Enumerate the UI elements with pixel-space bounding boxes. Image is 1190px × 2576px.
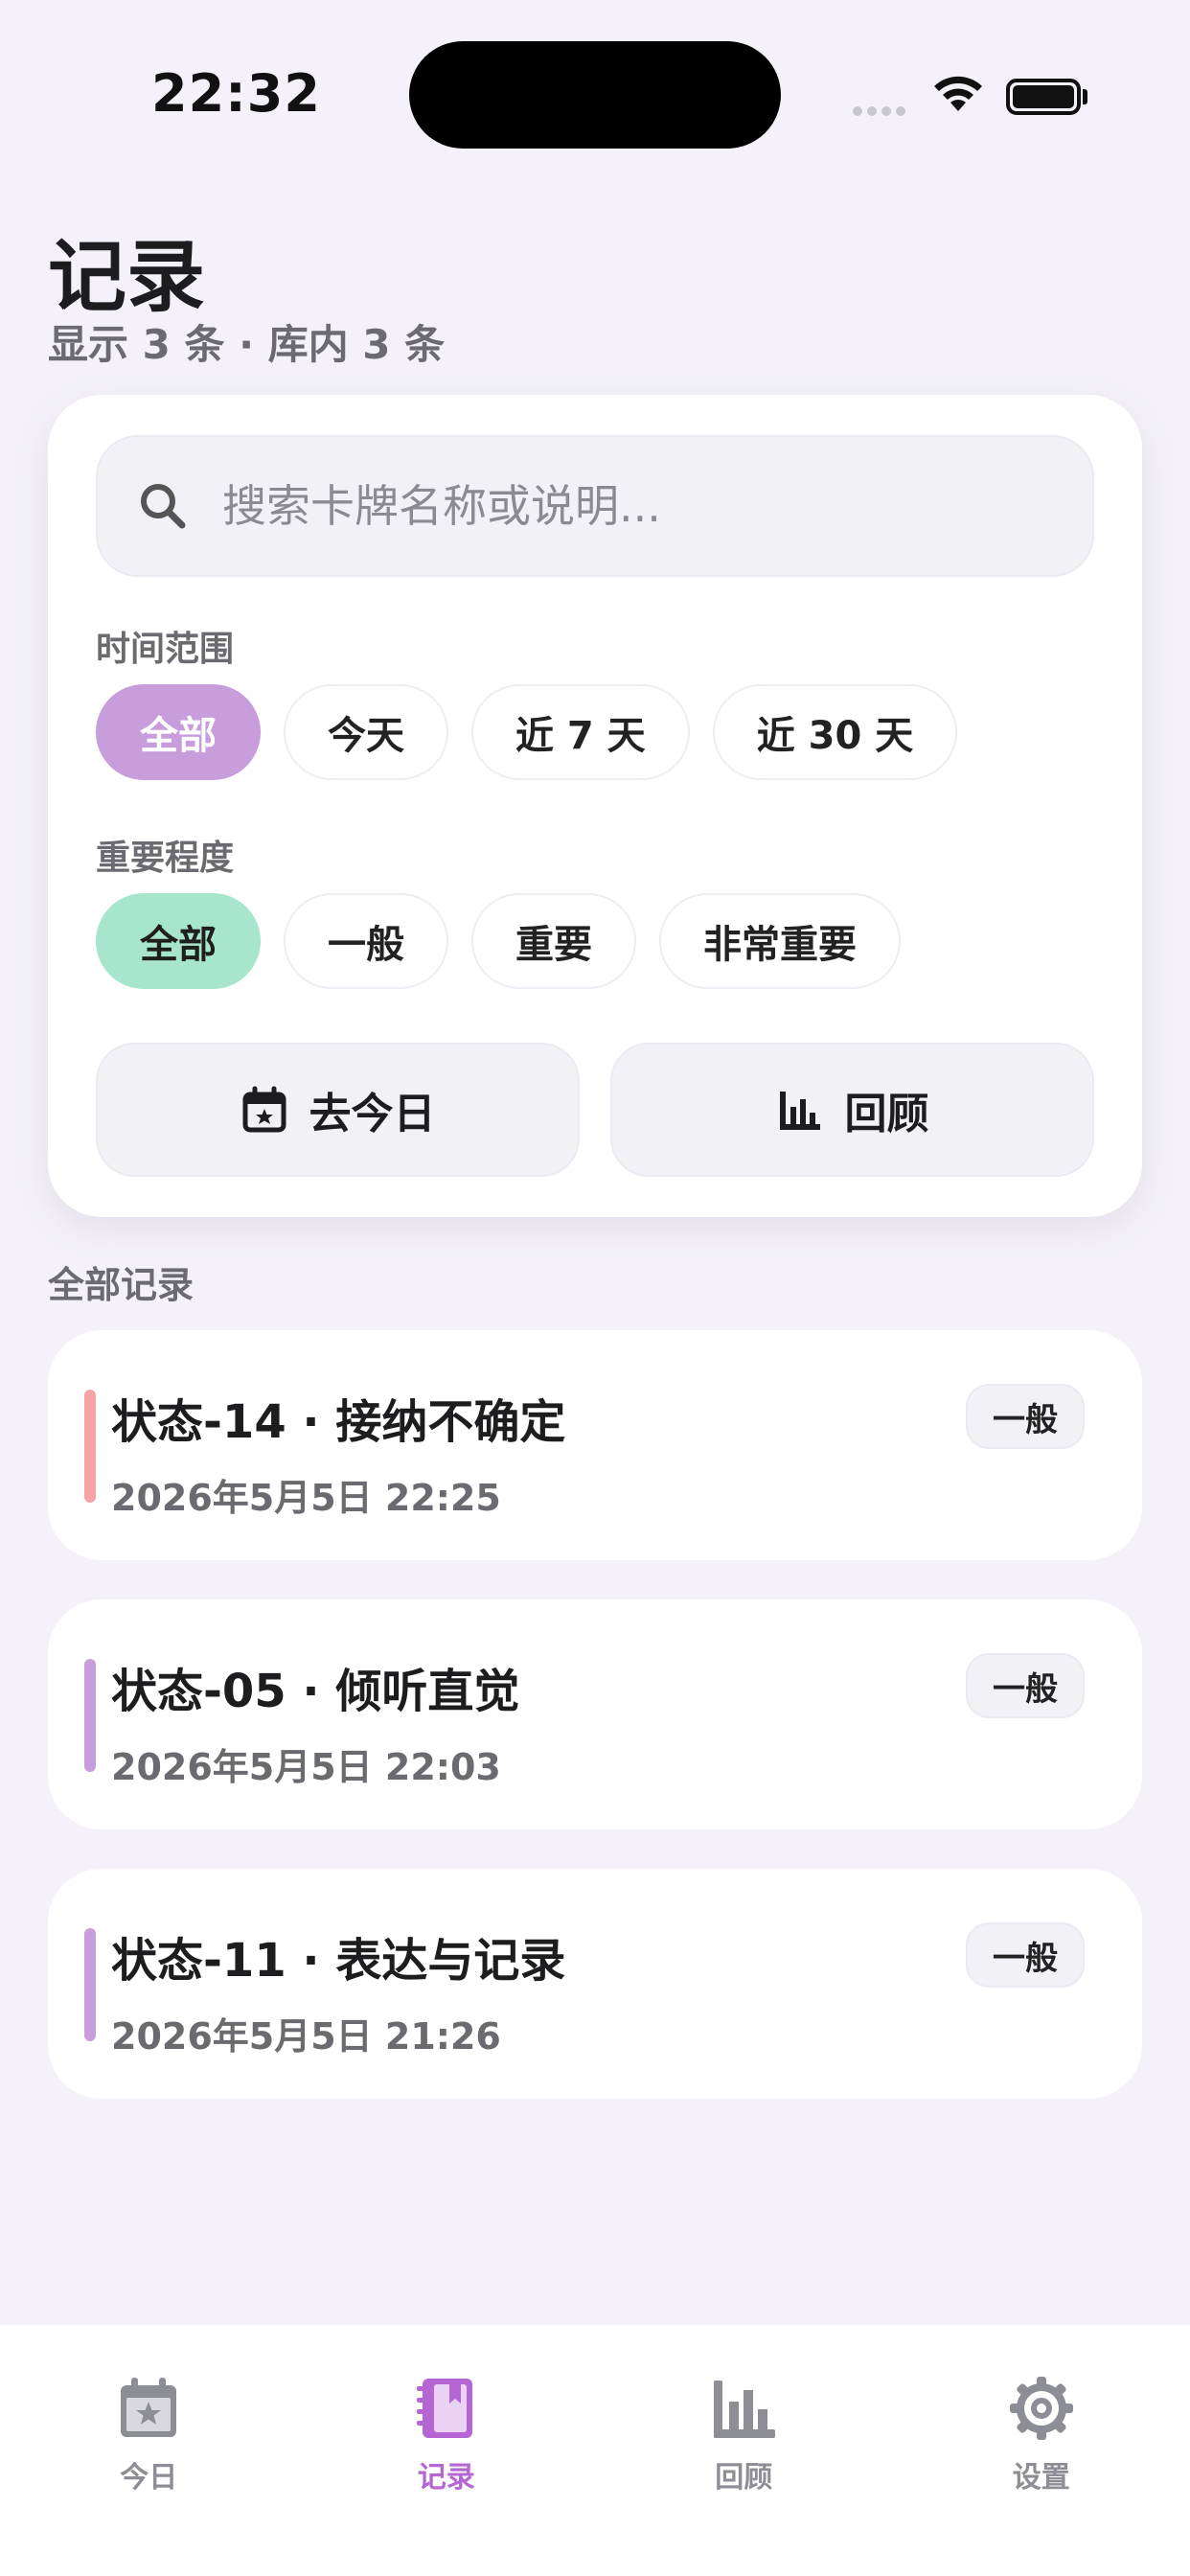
battery-icon xyxy=(1006,79,1081,115)
tab-review-label: 回顾 xyxy=(715,2461,773,2495)
battery-tip xyxy=(1083,89,1087,104)
review-label: 回顾 xyxy=(844,1090,929,1138)
tab-records[interactable]: 记录 xyxy=(298,2325,596,2576)
bar-chart-icon xyxy=(779,1092,820,1130)
importance-badge: 一般 xyxy=(966,1653,1085,1718)
record-title: 状态-14 · 接纳不确定 xyxy=(111,1395,566,1449)
record-date: 2026年5月5日 22:25 xyxy=(111,1477,501,1519)
record-title: 状态-05 · 倾听直觉 xyxy=(111,1665,520,1718)
record-card[interactable]: 状态-14 · 接纳不确定 2026年5月5日 22:25 一般 xyxy=(48,1330,1142,1560)
chip-time-30days[interactable]: 近 30 天 xyxy=(712,684,958,780)
bar-chart-icon xyxy=(714,2380,776,2438)
calendar-star-icon xyxy=(242,1086,286,1133)
search-box[interactable] xyxy=(96,435,1094,577)
notebook-icon xyxy=(416,2379,472,2438)
chip-importance-normal[interactable]: 一般 xyxy=(284,893,448,989)
page-subtitle: 显示 3 条 · 库内 3 条 xyxy=(48,321,446,368)
go-today-label: 去今日 xyxy=(309,1090,436,1138)
record-date: 2026年5月5日 21:26 xyxy=(111,2015,501,2058)
time-range-chips: 全部 今天 近 7 天 近 30 天 xyxy=(96,684,958,780)
chip-importance-very-important[interactable]: 非常重要 xyxy=(659,893,901,989)
action-row: 去今日 回顾 xyxy=(96,1043,1094,1177)
record-card[interactable]: 状态-11 · 表达与记录 2026年5月5日 21:26 一般 xyxy=(48,1869,1142,2099)
chip-importance-all[interactable]: 全部 xyxy=(96,893,261,989)
tab-records-label: 记录 xyxy=(417,2461,475,2495)
importance-badge: 一般 xyxy=(966,1922,1085,1988)
tab-review[interactable]: 回顾 xyxy=(595,2325,893,2576)
wifi-icon xyxy=(934,76,982,111)
dynamic-island xyxy=(409,41,781,149)
record-date: 2026年5月5日 22:03 xyxy=(111,1746,501,1788)
time-range-label: 时间范围 xyxy=(96,630,235,669)
record-title: 状态-11 · 表达与记录 xyxy=(111,1934,566,1988)
chip-time-all[interactable]: 全部 xyxy=(96,684,261,780)
tab-bar: 今日 记录 回顾 设置 xyxy=(0,2325,1190,2576)
search-input[interactable] xyxy=(222,437,1065,575)
chip-time-today[interactable]: 今天 xyxy=(284,684,448,780)
importance-chips: 全部 一般 重要 非常重要 xyxy=(96,893,901,989)
page-title: 记录 xyxy=(48,232,206,323)
tab-settings[interactable]: 设置 xyxy=(893,2325,1190,2576)
tab-today[interactable]: 今日 xyxy=(0,2325,298,2576)
record-card[interactable]: 状态-05 · 倾听直觉 2026年5月5日 22:03 一般 xyxy=(48,1599,1142,1829)
list-header: 全部记录 xyxy=(48,1264,195,1306)
review-button[interactable]: 回顾 xyxy=(610,1043,1094,1177)
chip-importance-important[interactable]: 重要 xyxy=(471,893,636,989)
importance-label: 重要程度 xyxy=(96,839,235,878)
filter-card: 时间范围 全部 今天 近 7 天 近 30 天 重要程度 全部 一般 重要 非常… xyxy=(48,395,1142,1217)
cellular-signal-icon xyxy=(853,102,910,120)
calendar-star-icon xyxy=(121,2378,177,2437)
record-accent-bar xyxy=(84,1659,96,1772)
status-time: 22:32 xyxy=(151,63,321,124)
gear-icon xyxy=(1009,2377,1073,2440)
importance-badge: 一般 xyxy=(966,1384,1085,1449)
chip-time-7days[interactable]: 近 7 天 xyxy=(471,684,690,780)
search-icon xyxy=(141,484,186,529)
tab-today-label: 今日 xyxy=(120,2461,178,2495)
record-accent-bar xyxy=(84,1390,96,1503)
record-accent-bar xyxy=(84,1928,96,2041)
status-bar: 22:32 xyxy=(0,0,1190,192)
go-today-button[interactable]: 去今日 xyxy=(96,1043,580,1177)
tab-settings-label: 设置 xyxy=(1012,2461,1070,2495)
